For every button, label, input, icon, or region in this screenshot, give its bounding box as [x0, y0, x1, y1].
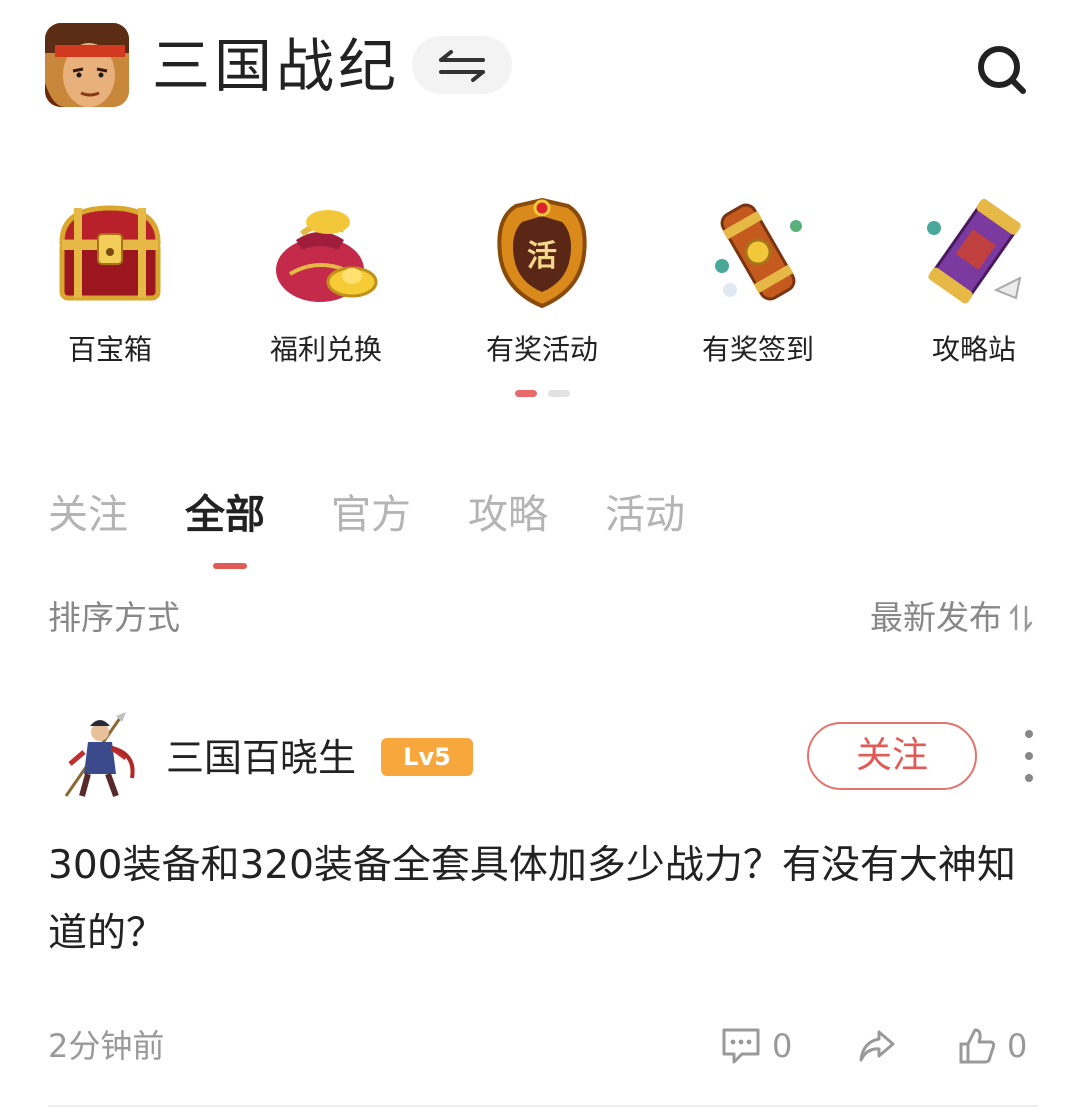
tab-bar: 关注 全部 官方 攻略 活动 — [0, 485, 1080, 575]
comment-count: 0 — [772, 1027, 793, 1065]
switch-game-button[interactable] — [412, 36, 512, 94]
more-dot — [1025, 730, 1033, 738]
author-name[interactable]: 三国百晓生 — [166, 734, 356, 782]
shortcut-checkin[interactable]: 有奖签到 — [658, 190, 858, 380]
tab-official[interactable]: 官方 — [331, 485, 411, 545]
treasure-chest-icon — [59, 205, 161, 301]
thumbs-up-icon — [959, 1028, 996, 1064]
activity-glyph: 活 — [527, 239, 557, 274]
shortcut-guide[interactable]: 攻略站 — [874, 190, 1074, 380]
activity-token-icon: 活 — [497, 197, 587, 309]
more-dot — [1025, 752, 1033, 760]
tab-follow[interactable]: 关注 — [48, 485, 128, 545]
tab-all[interactable]: 全部 — [185, 485, 265, 545]
tab-activities[interactable]: 活动 — [605, 485, 685, 545]
shortcut-money-bag[interactable]: 福利兑换 — [226, 190, 426, 380]
scroll-guide-icon — [927, 198, 1022, 304]
like-button[interactable]: 0 — [957, 1022, 1027, 1070]
search-icon — [978, 46, 1026, 94]
app-header: 三国战纪 — [0, 0, 1080, 130]
tab-active-indicator — [213, 563, 247, 569]
divider — [48, 1105, 1038, 1107]
shortcut-label: 有奖签到 — [701, 333, 814, 366]
like-count: 0 — [1007, 1027, 1028, 1065]
money-bag-icon — [276, 210, 378, 302]
tab-guides[interactable]: 攻略 — [468, 485, 548, 545]
more-dot — [1025, 774, 1033, 782]
shortcut-label: 有奖活动 — [485, 333, 598, 366]
sort-label: 排序方式 — [48, 598, 180, 637]
pager-dot — [548, 390, 570, 397]
pager-dots — [515, 390, 575, 398]
sort-value: 最新发布 — [870, 598, 1002, 637]
sort-arrows-icon — [1009, 603, 1033, 633]
hero-portrait-icon[interactable] — [45, 23, 129, 107]
post-content[interactable]: 300装备和320装备全套具体加多少战力？有没有大神知道的？ — [48, 832, 1038, 968]
shortcut-label: 攻略站 — [931, 333, 1016, 366]
post-card[interactable]: 三国百晓生 Lv5 关注 300装备和320装备全套具体加多少战力？有没有大神知… — [0, 700, 1080, 1109]
swap-arrows-icon — [439, 50, 485, 82]
comment-button[interactable]: 0 — [720, 1022, 792, 1070]
shortcut-label: 福利兑换 — [269, 333, 382, 366]
sort-selector[interactable]: 最新发布 — [870, 596, 1034, 640]
share-icon — [859, 1030, 895, 1062]
shortcut-treasure-chest[interactable]: 百宝箱 — [10, 190, 210, 380]
shortcut-label: 百宝箱 — [67, 333, 152, 366]
scroll-lantern-icon — [715, 203, 802, 301]
shortcut-activity[interactable]: 活 有奖活动 — [442, 190, 642, 380]
more-options-icon[interactable] — [1014, 730, 1044, 782]
pager-dot-active — [515, 390, 537, 397]
author-avatar[interactable] — [50, 708, 142, 800]
page-title: 三国战纪 — [152, 32, 401, 100]
search-button[interactable] — [972, 40, 1032, 100]
follow-button[interactable]: 关注 — [807, 722, 977, 790]
post-timestamp: 2分钟前 — [48, 1027, 165, 1065]
shortcut-row: 百宝箱 福利兑换 活 有奖活动 有奖签到 攻略站 — [0, 190, 1080, 380]
level-badge: Lv5 — [381, 738, 473, 776]
share-button[interactable] — [857, 1022, 897, 1070]
comment-icon — [722, 1028, 760, 1064]
